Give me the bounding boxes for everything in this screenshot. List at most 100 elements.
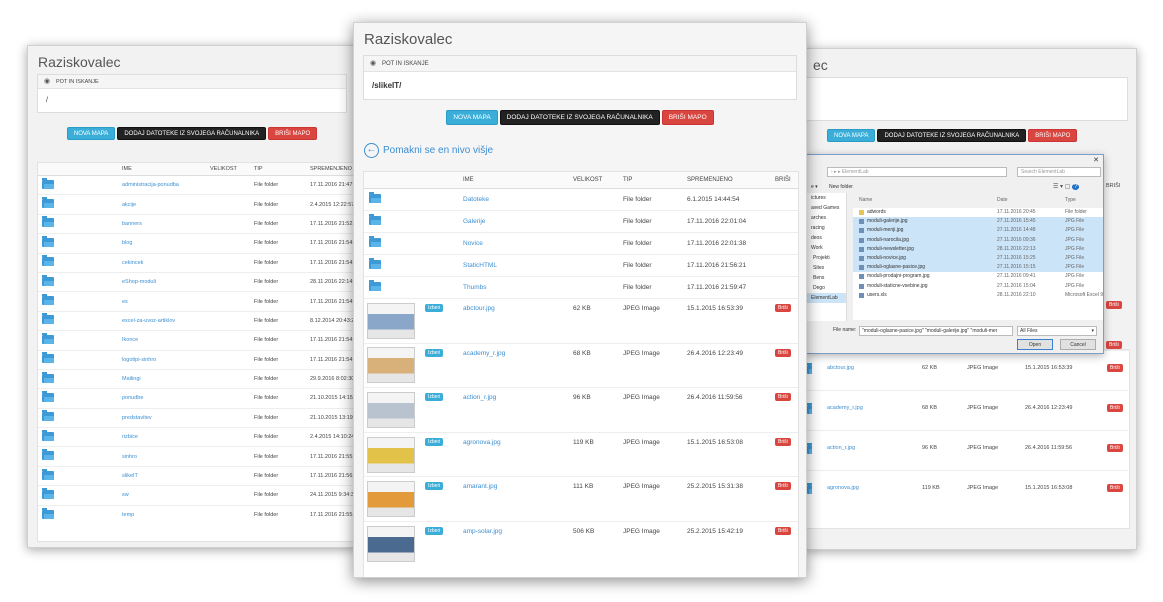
tree-item[interactable]: Sites [807,263,846,273]
table-row[interactable]: rizbice File folder 2.4.2015 14:10:24 [38,427,356,447]
table-row[interactable]: es File folder 17.11.2016 21:54: [38,291,356,312]
delete-folder-button[interactable]: BRIŠI MAPO [1028,129,1078,142]
col-date[interactable]: Date [997,197,1008,203]
file-name[interactable]: logotipi-sinhro [118,349,206,370]
file-name[interactable]: predstavitev [118,407,206,428]
list-item[interactable]: moduli-newsletter.jpg 28.11.2016 22:13 JPG… [853,244,1103,254]
list-item[interactable]: users.xls 28.11.2016 22:10 Microsoft Excel… [853,291,1103,300]
tree-item[interactable]: deos [807,233,846,243]
folder-name[interactable]: Galerije [458,210,568,233]
delete-button[interactable]: Briši [1106,301,1122,309]
list-item[interactable]: moduli-prodajni-program.jpg 27.11.2016 09… [853,272,1103,281]
col-modified[interactable]: SPREMENJENO [306,163,356,176]
new-folder-button[interactable]: New folder [829,184,853,190]
new-folder-button[interactable]: NOVA MAPA [446,110,498,125]
file-name[interactable]: academy_r.jpg [827,405,863,411]
file-name-input[interactable]: "moduli-oglasne-pasice.jpg" "moduli-gale… [859,326,1013,336]
tree-item[interactable]: Projekti [807,253,846,263]
table-row[interactable]: predstavitev File folder 21.10.2015 13:19: [38,407,356,428]
table-row[interactable]: action_r.jpg 96 KB JPEG Image 26.4.2016 11:… [807,430,1131,470]
list-item[interactable]: moduli-oglasne-pasice.jpg 27.11.2016 15:1… [853,263,1103,273]
table-row[interactable]: eShop-moduli File folder 28.11.2016 22:14: [38,271,356,292]
file-name[interactable]: agronova.jpg [827,485,859,491]
table-row[interactable]: abctour.jpg 62 KB JPEG Image 15.1.2015 16:5… [807,350,1131,390]
table-row[interactable]: Mailingi File folder 29.9.2016 8:02:30 [38,368,356,389]
image-thumbnail[interactable] [367,436,415,473]
file-name[interactable]: excel-za-uvoz-artiklov [118,310,206,331]
delete-button[interactable]: Briši [775,526,791,535]
table-row[interactable]: cekincek File folder 17.11.2016 21:54:0 [38,252,356,273]
file-name[interactable]: cekincek [118,252,206,273]
file-name[interactable]: Mailingi [118,368,206,389]
tree-item[interactable]: racing [807,223,846,233]
select-button[interactable]: Izberi [425,304,444,312]
file-name[interactable]: abctour.jpg [827,365,854,371]
delete-button[interactable]: Briši [775,348,791,357]
image-thumbnail[interactable] [367,391,415,428]
image-thumbnail[interactable] [367,526,415,563]
image-thumbnail[interactable] [367,347,415,384]
file-name[interactable]: es [118,291,206,312]
up-level-link[interactable]: ← Pomakni se en nivo višje [364,143,493,158]
file-name[interactable]: academy_r.jpg [458,342,568,388]
select-button[interactable]: Izberi [425,393,444,402]
tree-item[interactable]: Dego [807,283,846,293]
new-folder-button[interactable]: NOVA MAPA [66,127,116,140]
folder-name[interactable]: Datoteke [458,188,568,211]
upload-button[interactable]: DODAJ DATOTEKE IZ SVOJEGA RAČUNALNIKA [499,110,660,125]
select-button[interactable]: Izberi [425,437,444,446]
delete-button[interactable]: Briši [1107,364,1123,372]
folder-name[interactable]: Thumbs [458,276,568,299]
table-row[interactable]: excel-za-uvoz-artiklov File folder 8.12.20… [38,310,356,331]
new-folder-button[interactable]: NOVA MAPA [827,129,876,142]
col-type[interactable]: Type [1065,197,1076,203]
list-item[interactable]: adwords 17.11.2016 20:45 File folder [853,208,1103,217]
file-name[interactable]: administracija-ponudba [118,174,206,195]
file-name[interactable]: action_r.jpg [827,445,855,451]
col-size[interactable]: VELIKOST [206,163,250,176]
delete-folder-button[interactable]: BRIŠI MAPO [661,110,714,125]
table-row[interactable]: Ikonce File folder 17.11.2016 21:54: [38,330,356,351]
select-button[interactable]: Izberi [425,348,444,357]
table-row[interactable]: Galerije File folder 17.11.2016 22:01:04 [364,210,798,233]
list-item[interactable]: moduli-staticne-vsebine.jpg 27.11.2016 15… [853,282,1103,291]
table-row[interactable]: Thumbs File folder 17.11.2016 21:59:47 [364,276,798,299]
delete-button[interactable]: Briši [775,437,791,446]
file-name[interactable]: akcije [118,194,206,215]
file-name[interactable]: sw [118,485,206,506]
table-row[interactable]: agronova.jpg 119 KB JPEG Image 15.1.2015 16… [807,470,1131,510]
table-row[interactable]: Datoteke File folder 6.1.2015 14:44:54 [364,188,798,211]
col-modified[interactable]: SPREMENJENO [682,172,770,189]
delete-button[interactable]: Briši [775,304,791,312]
file-name[interactable]: sinhro [118,446,206,467]
tree-item[interactable]: arches [807,213,846,223]
list-item[interactable]: moduli-narocila.jpg 27.11.2016 09:36 JPG F… [853,235,1103,245]
file-type-select[interactable]: All Files ▾ [1017,326,1097,336]
delete-button[interactable]: Briši [1107,444,1123,452]
delete-button[interactable]: Briši [1107,484,1123,492]
view-icon[interactable]: ☰ ▾ ▢ ? [1053,183,1080,190]
table-row[interactable]: ponudbe File folder 21.10.2015 14:15: [38,388,356,409]
file-name[interactable]: ponudbe [118,388,206,409]
file-name[interactable]: abctour.jpg [458,298,568,344]
table-row[interactable]: blog File folder 17.11.2016 21:54: [38,233,356,254]
tree-item[interactable]: aved Games [807,203,846,213]
folder-name[interactable]: Novice [458,232,568,255]
select-button[interactable]: Izberi [425,482,444,491]
col-name[interactable]: IME [118,163,206,176]
table-row[interactable]: banners File folder 17.11.2016 21:52:5 [38,213,356,234]
table-row[interactable]: sw File folder 24.11.2015 9:34:32 [38,485,356,506]
tree-item[interactable]: Bens [807,273,846,283]
close-icon[interactable]: ✕ [1093,156,1099,164]
upload-button[interactable]: DODAJ DATOTEKE IZ SVOJEGA RAČUNALNIKA [117,127,267,140]
table-row[interactable]: temp File folder 17.11.2016 21:55: [38,504,356,525]
file-name[interactable]: temp [118,504,206,525]
list-item[interactable]: moduli-novice.jpg 27.11.2016 15:25 JPG Fil… [853,253,1103,264]
cancel-button[interactable]: Cancel [1060,339,1096,350]
file-name[interactable]: amarant.jpg [458,476,568,522]
col-size[interactable]: VELIKOST [568,172,618,189]
tree-item[interactable]: Work [807,243,846,253]
delete-button[interactable]: Briši [775,482,791,491]
upload-button[interactable]: DODAJ DATOTEKE IZ SVOJEGA RAČUNALNIKA [877,129,1027,142]
file-name[interactable]: amp-solar.jpg [458,520,568,567]
